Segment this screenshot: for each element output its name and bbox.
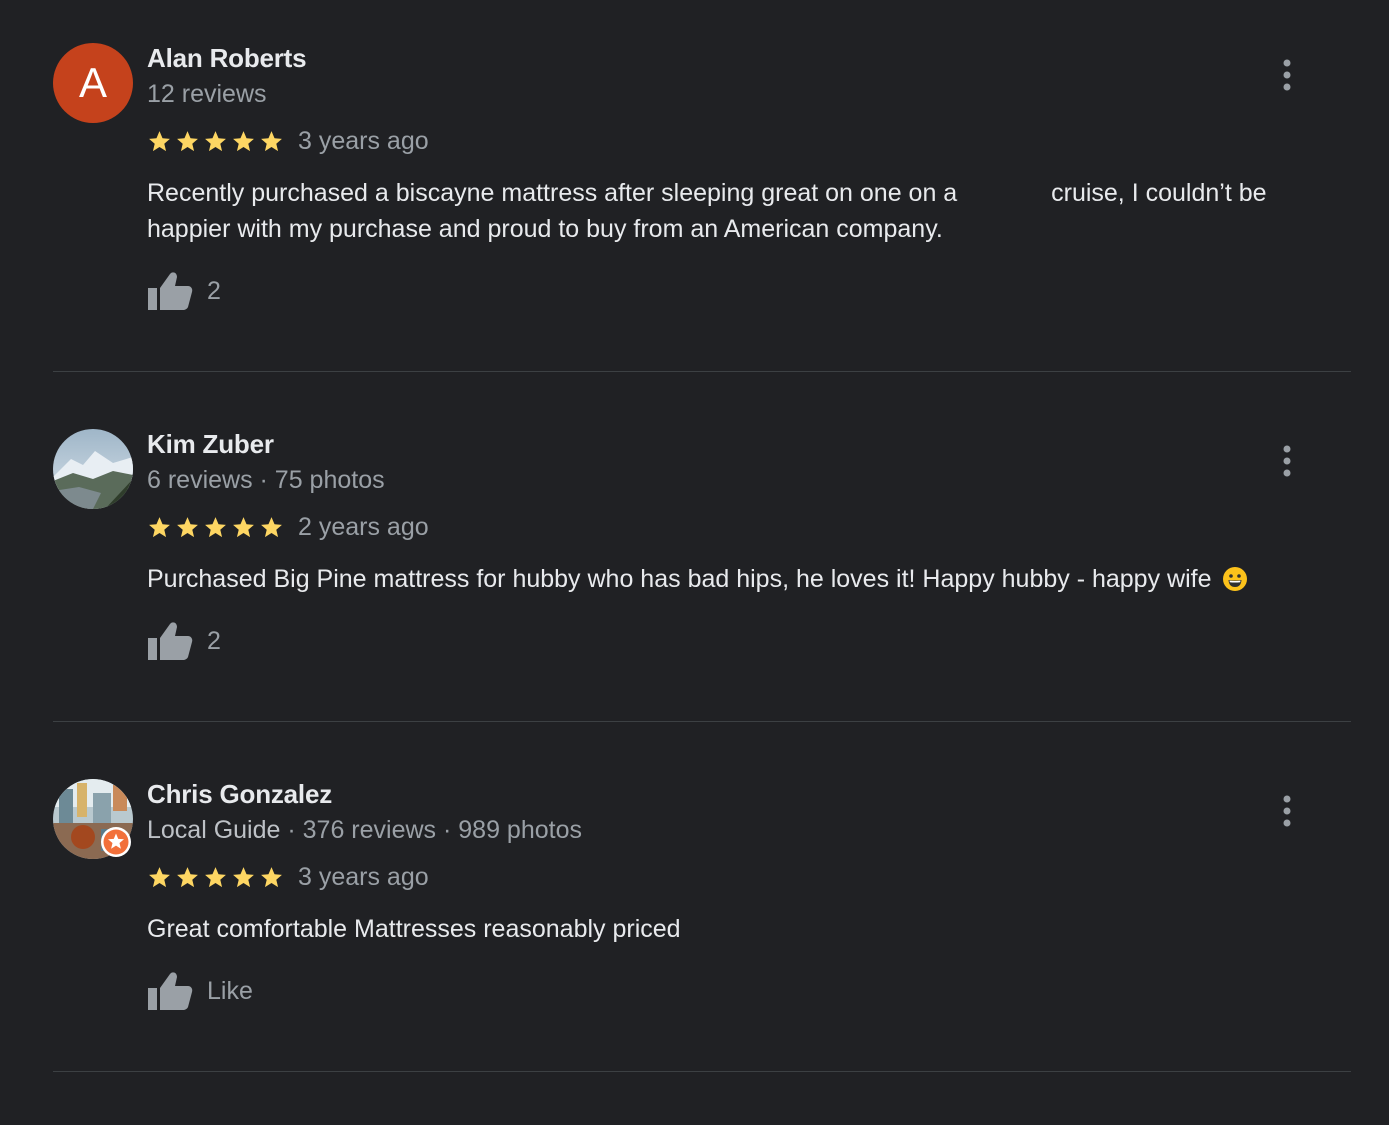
like-button[interactable]: Like [147, 970, 253, 1012]
reviewer-meta[interactable]: Local Guide · 376 reviews · 989 photos [147, 816, 582, 845]
star-icon [205, 867, 226, 888]
local-guide-label: Local Guide [147, 816, 281, 844]
more-options-button[interactable] [1272, 791, 1302, 831]
review-text: Great comfortable Mattresses reasonably … [147, 915, 681, 943]
thumb-up-icon [148, 972, 193, 1010]
more-options-button[interactable] [1272, 441, 1302, 481]
thumb-up-icon [148, 622, 193, 660]
rating-row: 3 years ago [147, 127, 429, 156]
reviewer-meta[interactable]: 6 reviews · 75 photos [147, 466, 385, 495]
review-text: Recently purchased a biscayne mattress a… [147, 175, 1317, 247]
rating-row: 3 years ago [147, 863, 429, 892]
reviewer-name[interactable]: Alan Roberts [147, 43, 307, 74]
more-options-button[interactable] [1272, 55, 1302, 95]
star-rating [147, 515, 284, 540]
more-vert-icon [1283, 795, 1291, 827]
review-date: 3 years ago [298, 863, 429, 891]
reviewer-name[interactable]: Chris Gonzalez [147, 779, 332, 810]
review-text-start: Recently purchased a biscayne mattress a… [147, 179, 958, 207]
reviewer-meta[interactable]: 12 reviews [147, 80, 267, 109]
star-icon [149, 131, 170, 152]
divider [53, 371, 1351, 372]
star-icon [205, 517, 226, 538]
avatar-letter: A [78, 59, 107, 106]
avatar[interactable] [53, 429, 133, 509]
star-icon [205, 131, 226, 152]
more-vert-icon [1283, 445, 1291, 477]
review-date: 3 years ago [298, 127, 429, 155]
star-icon [177, 131, 198, 152]
review-text-body: Purchased Big Pine mattress for hubby wh… [147, 565, 1212, 593]
reviewer-stats: · 376 reviews · 989 photos [280, 816, 582, 844]
like-count: 2 [207, 276, 221, 305]
redacted-text [964, 182, 1045, 204]
rating-row: 2 years ago [147, 513, 429, 542]
avatar[interactable]: A [53, 43, 133, 123]
review-date: 2 years ago [298, 513, 429, 541]
star-icon [261, 867, 282, 888]
star-rating [147, 129, 284, 154]
local-guide-badge-icon [101, 827, 131, 857]
star-icon [233, 131, 254, 152]
avatar-photo [53, 429, 133, 509]
reviewer-name[interactable]: Kim Zuber [147, 429, 274, 460]
like-count: 2 [207, 626, 221, 655]
star-icon [149, 867, 170, 888]
review-text: Purchased Big Pine mattress for hubby wh… [147, 561, 1317, 597]
star-rating [147, 865, 284, 890]
thumb-up-icon [148, 272, 193, 310]
more-vert-icon [1283, 59, 1291, 91]
like-label: Like [207, 976, 253, 1005]
star-icon [177, 517, 198, 538]
star-icon [261, 517, 282, 538]
divider [53, 721, 1351, 722]
grinning-face-emoji-icon [1223, 567, 1248, 591]
divider [53, 1071, 1351, 1072]
star-icon [177, 867, 198, 888]
star-icon [233, 867, 254, 888]
star-icon [261, 131, 282, 152]
like-button[interactable]: 2 [147, 620, 221, 662]
star-icon [149, 517, 170, 538]
like-button[interactable]: 2 [147, 270, 221, 312]
star-icon [233, 517, 254, 538]
